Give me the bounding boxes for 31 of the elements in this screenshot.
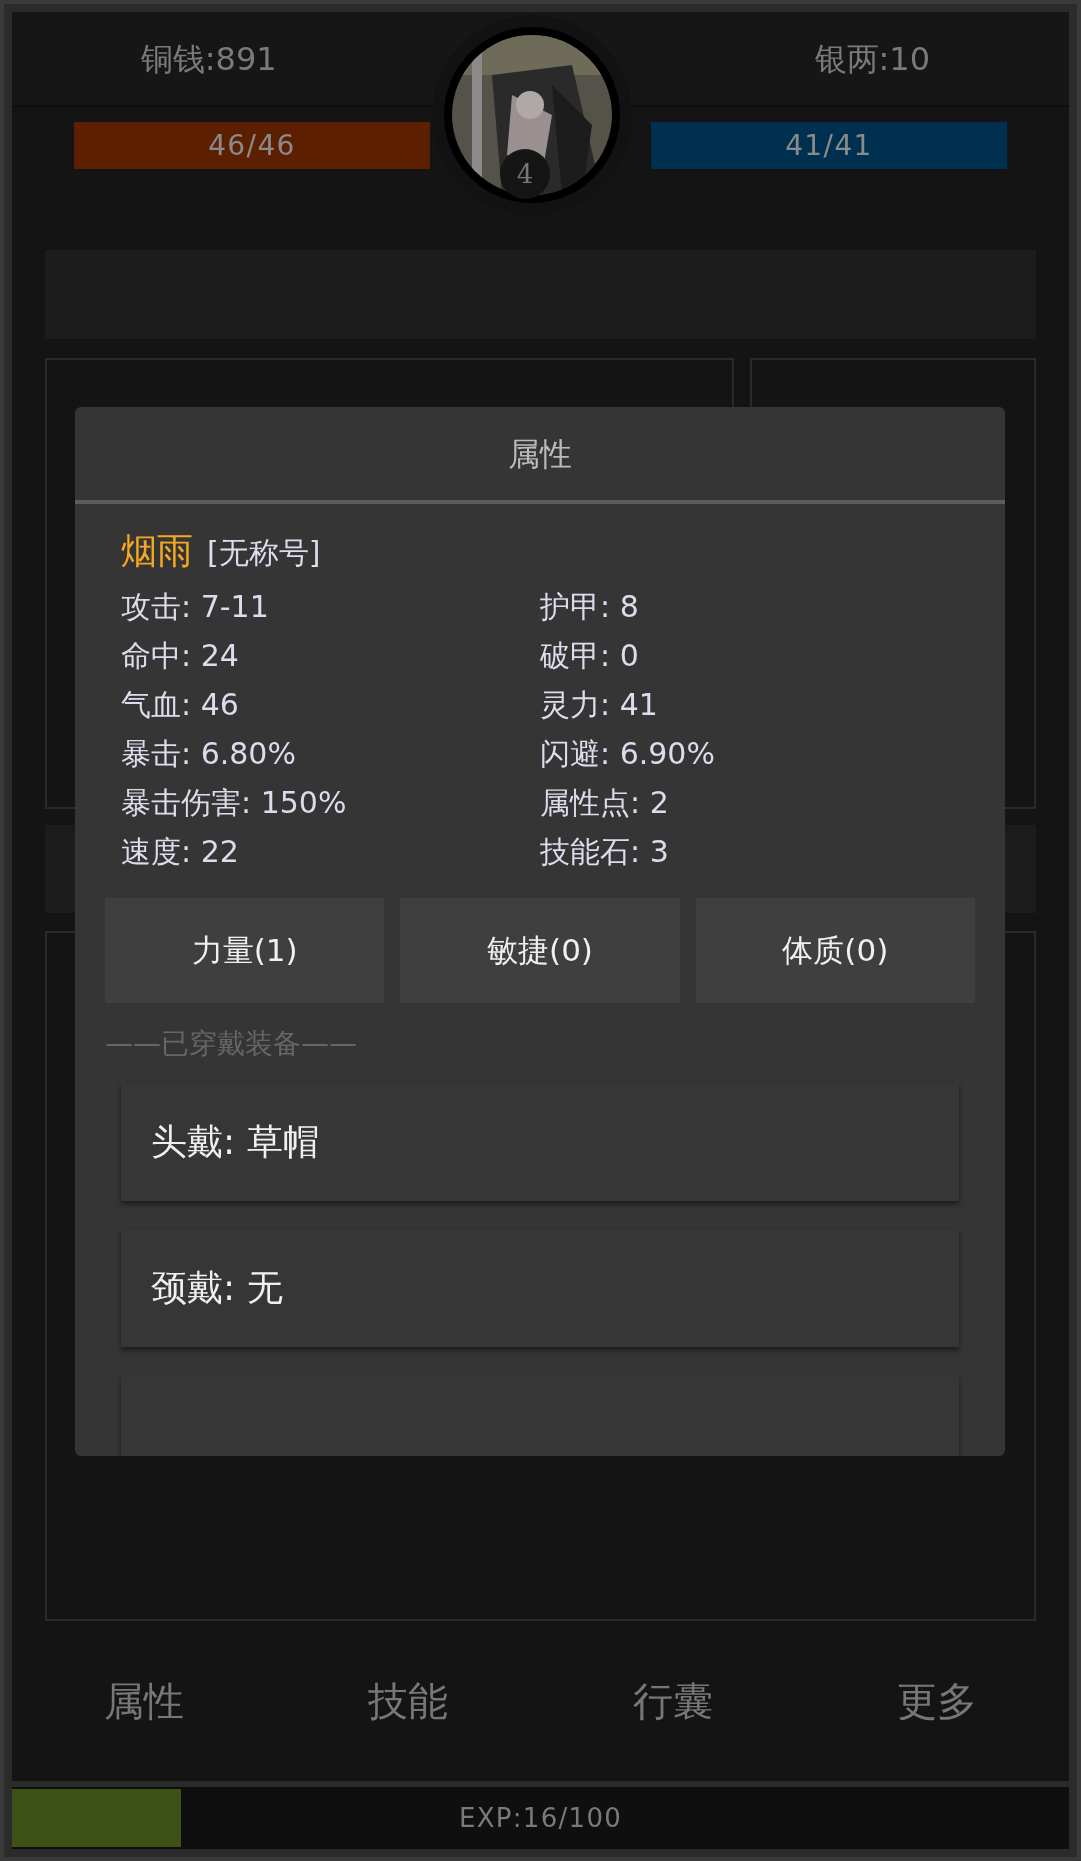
attribute-button[interactable]: 体质(0) (695, 898, 975, 1003)
stat-text: 暴击: 6.80% (121, 735, 297, 773)
character-name: 烟雨 (121, 529, 193, 573)
equipment-card[interactable]: 颈戴: 无 (121, 1229, 959, 1347)
stat-text: 破甲: 0 (540, 637, 640, 675)
equipment-text: 头戴: 草帽 (151, 1120, 319, 1164)
stat-text: 属性点: 2 (540, 784, 670, 822)
currency-count: 铜钱:891 (140, 38, 277, 80)
currency-count: 银两:10 (814, 38, 930, 80)
stat-text: 护甲: 8 (540, 588, 640, 626)
stat-text: 闪避: 6.90% (540, 735, 716, 773)
character-title: [无称号] (207, 534, 321, 572)
nav-tab[interactable]: 属性 (12, 1671, 277, 1731)
nav-tab[interactable]: 技能 (276, 1671, 541, 1731)
dialog-title: 属性 (508, 433, 572, 475)
equipment-text: 颈戴: 无 (151, 1266, 283, 1310)
attribute-button[interactable]: 敏捷(0) (400, 898, 680, 1003)
stat-text: 攻击: 7-11 (121, 588, 270, 626)
stat-text: 速度: 22 (121, 833, 240, 871)
stat-text: 暴击伤害: 150% (121, 784, 348, 822)
nav-tab[interactable]: 行囊 (540, 1671, 805, 1731)
stat-text: 命中: 24 (121, 637, 240, 675)
bar-reading: 46/46 (207, 127, 297, 164)
stat-text: 灵力: 41 (540, 686, 659, 724)
stat-text: 技能石: 3 (540, 833, 670, 871)
stat-text: 气血: 46 (121, 686, 240, 724)
equipment-card[interactable]: 头戴: 草帽 (121, 1083, 959, 1201)
bar-reading: 41/41 (784, 127, 874, 164)
exp-reading: EXP:16/100 (457, 1801, 624, 1835)
attribute-button[interactable]: 力量(1) (105, 898, 385, 1003)
nav-tab[interactable]: 更多 (804, 1671, 1069, 1731)
